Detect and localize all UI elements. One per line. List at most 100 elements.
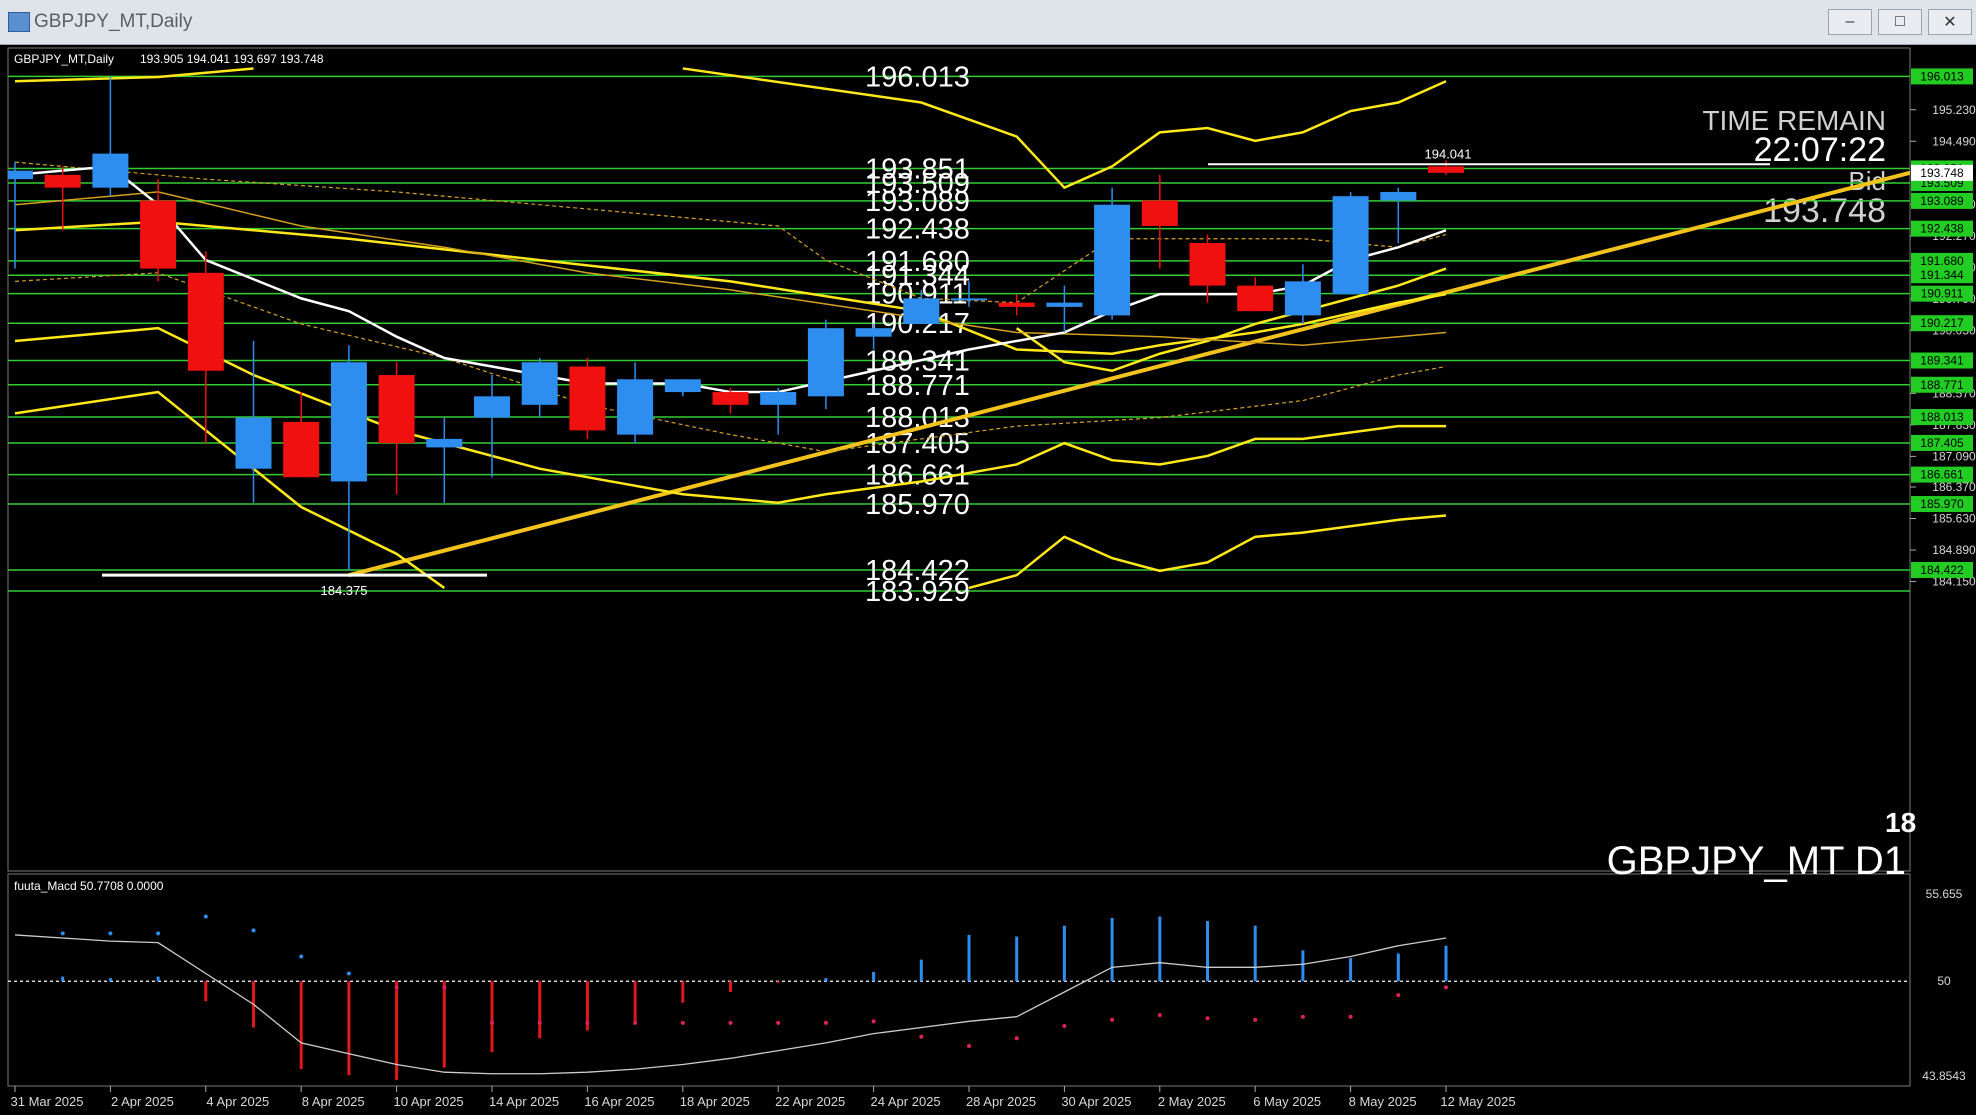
- level-price-tag-label: 190.911: [1921, 287, 1964, 301]
- maximize-button[interactable]: □: [1878, 9, 1922, 35]
- time-axis-label: 18 Apr 2025: [680, 1094, 750, 1109]
- time-axis-label: 28 Apr 2025: [966, 1094, 1036, 1109]
- price-chart[interactable]: GBPJPY_MT,Daily 193.905 194.041 193.697 …: [0, 44, 1976, 1115]
- candle-bearish: [378, 375, 415, 444]
- macd-signal-dot: [1396, 993, 1401, 998]
- bid-value: 193.748: [1763, 192, 1886, 230]
- envelope-upper-right: [682, 67, 1447, 190]
- macd-signal-dot: [1157, 1013, 1162, 1018]
- level-price-tag-label: 188.771: [1920, 378, 1964, 392]
- macd-signal-dot: [1348, 1014, 1353, 1019]
- candle-bullish: [807, 328, 844, 397]
- candle-bullish: [235, 417, 272, 469]
- macd-plot-border: [7, 873, 1911, 1087]
- macd-label: fuuta_Macd 50.7708 0.0000: [14, 879, 164, 893]
- bid-price-tag-label: 193.748: [1920, 166, 1964, 180]
- time-axis-label: 6 May 2025: [1253, 1094, 1321, 1109]
- level-price-tag-label: 189.341: [1920, 354, 1964, 368]
- candle-bullish: [330, 362, 367, 482]
- symbol-label: GBPJPY_MT,Daily: [14, 52, 114, 66]
- maximize-icon: □: [1895, 13, 1905, 30]
- macd-signal-dot: [442, 985, 447, 990]
- level-price-tag-label: 185.970: [1920, 497, 1964, 511]
- time-axis-label: 12 May 2025: [1440, 1094, 1515, 1109]
- macd-signal-dot: [585, 1020, 590, 1025]
- candle-bullish: [474, 396, 510, 418]
- candle-bullish: [1332, 196, 1369, 295]
- price-large-partial: 18: [1885, 807, 1916, 838]
- macd-signal-dot: [537, 1020, 542, 1025]
- macd-signal-dot: [60, 931, 65, 936]
- level-price-tag-label: 187.405: [1920, 436, 1964, 450]
- candle-bullish: [1380, 191, 1417, 201]
- macd-signal-dot: [728, 1020, 733, 1025]
- chart-window-icon: [8, 12, 30, 32]
- time-axis-label: 4 Apr 2025: [206, 1094, 269, 1109]
- macd-signal-dot: [871, 1019, 876, 1024]
- macd-signal-dot: [1110, 1017, 1115, 1022]
- high-marker-label: 194.041: [1425, 146, 1472, 161]
- time-axis-label: 10 Apr 2025: [394, 1094, 464, 1109]
- level-price-tag-label: 191.344: [1920, 268, 1964, 282]
- time-axis-label: 2 May 2025: [1158, 1094, 1226, 1109]
- level-price-tag-label: 196.013: [1920, 69, 1964, 83]
- candle-bullish: [617, 379, 654, 435]
- candle-bearish: [998, 302, 1035, 307]
- candle-bearish: [187, 272, 224, 371]
- macd-signal-dot: [1062, 1023, 1067, 1028]
- macd-signal-dot: [1014, 1036, 1019, 1041]
- time-axis-label: 30 Apr 2025: [1061, 1094, 1131, 1109]
- price-axis-label: 185.630: [1932, 512, 1976, 526]
- close-icon: ✕: [1943, 14, 1957, 31]
- candle-bullish: [521, 362, 558, 405]
- macd-signal-dot: [1300, 1014, 1305, 1019]
- macd-signal-dot: [776, 1020, 781, 1025]
- time-axis-label: 31 Mar 2025: [11, 1094, 84, 1109]
- macd-axis-label: 50: [1937, 974, 1951, 988]
- level-label: 196.013: [865, 61, 970, 93]
- macd-axis-label: 43.8543: [1922, 1069, 1966, 1083]
- time-axis-label: 22 Apr 2025: [775, 1094, 845, 1109]
- candle-bullish: [426, 438, 463, 448]
- candle-bullish: [1094, 204, 1131, 316]
- macd-signal-dot: [680, 1020, 685, 1025]
- macd-signal-dot: [823, 1020, 828, 1025]
- time-axis-label: 14 Apr 2025: [489, 1094, 559, 1109]
- macd-signal-dot: [251, 928, 256, 933]
- macd-signal-dot: [919, 1034, 924, 1039]
- candle-bullish: [92, 153, 129, 188]
- time-axis-label: 8 Apr 2025: [302, 1094, 365, 1109]
- macd-signal-dot: [633, 1020, 638, 1025]
- macd-signal-dot: [203, 914, 208, 919]
- level-label: 192.438: [865, 214, 970, 246]
- macd-signal-dot: [1253, 1017, 1258, 1022]
- ohlc-label: 193.905 194.041 193.697 193.748: [140, 52, 324, 66]
- macd-signal-dot: [967, 1043, 971, 1048]
- window-title: GBPJPY_MT,Daily: [34, 11, 193, 32]
- level-price-tag-label: 193.089: [1920, 194, 1964, 208]
- minimize-button[interactable]: –: [1828, 9, 1872, 35]
- candle-bearish: [1428, 166, 1464, 173]
- level-label: 185.970: [865, 489, 970, 521]
- level-price-tag-label: 184.422: [1920, 563, 1964, 577]
- candle-bullish: [664, 379, 701, 393]
- envelope-upper-outer: [14, 67, 254, 83]
- candle-bearish: [569, 366, 606, 431]
- level-price-tag-label: 192.438: [1920, 222, 1964, 236]
- macd-signal-dot: [1205, 1016, 1210, 1021]
- level-price-tag-label: 186.661: [1920, 468, 1964, 482]
- envelope-bottom: [968, 514, 1447, 590]
- macd-signal-dot: [108, 931, 113, 936]
- time-axis-label: 2 Apr 2025: [111, 1094, 174, 1109]
- macd-signal-dot: [1444, 985, 1448, 990]
- time-axis-label: 24 Apr 2025: [871, 1094, 941, 1109]
- candle-bearish: [44, 174, 81, 188]
- candle-bullish: [1046, 302, 1083, 307]
- candle-bullish: [951, 298, 987, 301]
- candle-bullish: [903, 298, 940, 324]
- candle-bearish: [140, 200, 177, 269]
- time-axis-label: 8 May 2025: [1349, 1094, 1417, 1109]
- level-price-tag-label: 190.217: [1920, 316, 1964, 330]
- macd-signal-dot: [156, 931, 161, 936]
- close-button[interactable]: ✕: [1928, 9, 1972, 35]
